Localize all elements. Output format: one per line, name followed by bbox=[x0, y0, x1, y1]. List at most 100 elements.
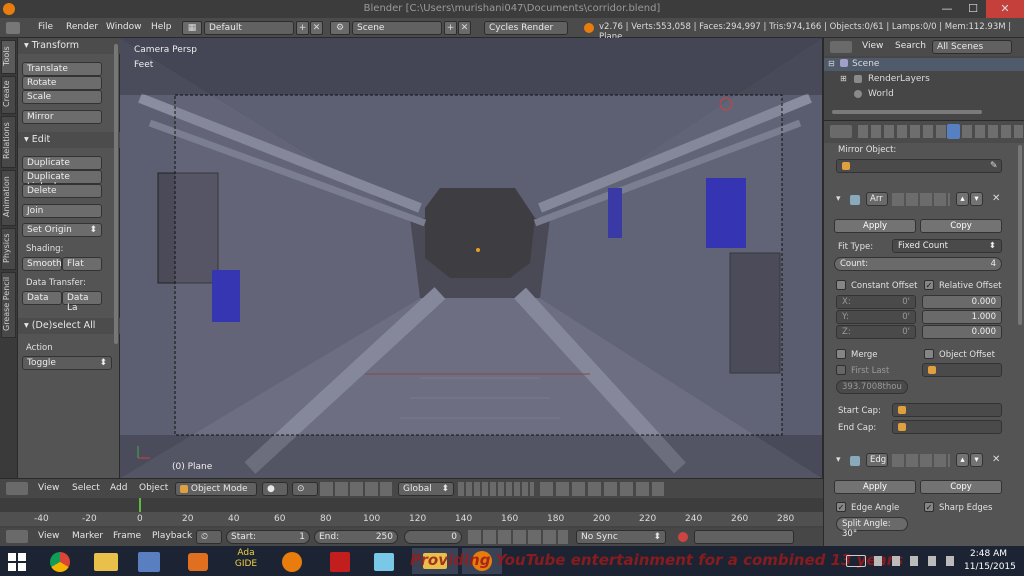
clock-date[interactable]: 11/15/2015 bbox=[964, 562, 1016, 572]
info-editor-icon[interactable] bbox=[6, 22, 20, 34]
snap-proportional-icons[interactable] bbox=[540, 482, 664, 496]
remove-modifier-icon[interactable]: ✕ bbox=[992, 454, 1000, 465]
move-down-button[interactable]: ▾ bbox=[970, 453, 983, 467]
scene-remove-button[interactable]: ✕ bbox=[458, 21, 471, 35]
mirror-button[interactable]: Mirror bbox=[22, 110, 102, 124]
mode-dropdown[interactable]: Object Mode bbox=[175, 482, 257, 496]
data-layout-button[interactable]: Data La bbox=[62, 291, 102, 313]
rotate-button[interactable]: Rotate bbox=[22, 76, 102, 90]
relative-z-field[interactable]: 0.000 bbox=[922, 325, 1002, 339]
transform-panel-header[interactable]: ▾ Transform bbox=[18, 38, 120, 54]
timeline-menu-playback[interactable]: Playback bbox=[152, 531, 192, 541]
timeline[interactable]: -40 -20 0 20 40 60 80 100 120 140 160 18… bbox=[0, 498, 823, 528]
layout-selector[interactable]: Default bbox=[204, 21, 294, 35]
edge-angle-checkbox[interactable]: ✓ bbox=[836, 502, 846, 512]
clock-time[interactable]: 2:48 AM bbox=[970, 549, 1007, 559]
layout-grid-icon[interactable]: ▦ bbox=[182, 21, 202, 35]
delete-button[interactable]: Delete bbox=[22, 184, 102, 198]
notepad-icon[interactable] bbox=[374, 553, 394, 571]
array-copy-button[interactable]: Copy bbox=[920, 219, 1002, 233]
flat-button[interactable]: Flat bbox=[62, 257, 102, 271]
merge-distance-field[interactable]: 393.7008thou bbox=[836, 380, 908, 394]
layer-buttons[interactable] bbox=[458, 482, 534, 496]
blender-taskbar-icon[interactable] bbox=[282, 552, 302, 572]
modifier-visibility-icons[interactable] bbox=[892, 454, 950, 467]
properties-scrollbar[interactable] bbox=[1018, 145, 1022, 325]
shading-dropdown[interactable]: ● bbox=[262, 482, 288, 496]
expand-icon[interactable]: ⊟ bbox=[828, 59, 835, 68]
orientation-dropdown[interactable]: Global ⬍ bbox=[398, 482, 454, 496]
eyedropper-icon[interactable]: ✎ bbox=[990, 161, 998, 171]
tab-tools[interactable]: Tools bbox=[1, 40, 16, 74]
tray-icons[interactable] bbox=[874, 556, 964, 566]
sharp-edges-checkbox[interactable]: ✓ bbox=[924, 502, 934, 512]
offset-object-field[interactable] bbox=[922, 363, 1002, 377]
duplicate-linked-button[interactable]: Duplicate Linked bbox=[22, 170, 102, 192]
timeline-menu-frame[interactable]: Frame bbox=[113, 531, 141, 541]
array-apply-button[interactable]: Apply bbox=[834, 219, 916, 233]
relative-offset-checkbox[interactable]: ✓ bbox=[924, 280, 934, 290]
constant-offset-checkbox[interactable] bbox=[836, 280, 846, 290]
outliner-filter-dropdown[interactable]: All Scenes bbox=[932, 40, 1012, 54]
acrobat-icon[interactable] bbox=[330, 552, 350, 572]
menu-render[interactable]: Render bbox=[66, 22, 98, 32]
collapse-icon[interactable]: ▾ bbox=[836, 455, 841, 465]
constant-x-field[interactable]: X: 0' bbox=[836, 295, 916, 309]
paint-app-icon[interactable] bbox=[138, 552, 160, 572]
chrome-icon[interactable] bbox=[50, 552, 70, 572]
timeline-menu-marker[interactable]: Marker bbox=[72, 531, 103, 541]
ada-gide-icon[interactable]: Ada GIDE bbox=[230, 548, 262, 574]
render-engine-selector[interactable]: Cycles Render bbox=[484, 21, 568, 35]
layout-remove-button[interactable]: ✕ bbox=[310, 21, 323, 35]
tab-create[interactable]: Create bbox=[1, 76, 16, 114]
viewport-editor-icon[interactable] bbox=[6, 482, 28, 495]
edge-split-modifier-name[interactable]: Edg bbox=[866, 453, 888, 467]
remove-modifier-icon[interactable]: ✕ bbox=[992, 193, 1000, 204]
keyboard-icon[interactable] bbox=[846, 555, 866, 567]
constant-z-field[interactable]: Z: 0' bbox=[836, 325, 916, 339]
relative-x-field[interactable]: 0.000 bbox=[922, 295, 1002, 309]
end-frame-field[interactable]: End: 250 bbox=[314, 530, 398, 544]
scene-add-button[interactable]: + bbox=[444, 21, 457, 35]
relative-y-field[interactable]: 1.000 bbox=[922, 310, 1002, 324]
viewport-menu-object[interactable]: Object bbox=[139, 483, 168, 493]
scene-icon[interactable]: ⚙ bbox=[330, 21, 350, 35]
timeline-menu-view[interactable]: View bbox=[38, 531, 59, 541]
fit-type-dropdown[interactable]: Fixed Count ⬍ bbox=[892, 239, 1002, 253]
menu-window[interactable]: Window bbox=[106, 22, 142, 32]
record-button[interactable] bbox=[678, 532, 688, 542]
edge-copy-button[interactable]: Copy bbox=[920, 480, 1002, 494]
tab-relations[interactable]: Relations bbox=[1, 116, 16, 168]
object-offset-checkbox[interactable] bbox=[924, 349, 934, 359]
manipulator-icons[interactable] bbox=[320, 482, 392, 496]
tab-animation[interactable]: Animation bbox=[1, 170, 16, 226]
media-player-icon[interactable] bbox=[188, 553, 208, 571]
start-cap-field[interactable] bbox=[892, 403, 1002, 417]
move-up-button[interactable]: ▴ bbox=[956, 453, 969, 467]
menu-help[interactable]: Help bbox=[151, 22, 172, 32]
playback-controls[interactable] bbox=[468, 530, 568, 544]
scene-selector[interactable]: Scene bbox=[352, 21, 442, 35]
translate-button[interactable]: Translate bbox=[22, 62, 102, 76]
3d-viewport[interactable]: Camera Persp Feet (0) Plane bbox=[120, 38, 822, 478]
action-dropdown[interactable]: Toggle ⬍ bbox=[22, 356, 112, 370]
properties-editor-icon[interactable] bbox=[830, 125, 852, 138]
viewport-menu-add[interactable]: Add bbox=[110, 483, 127, 493]
first-last-checkbox[interactable] bbox=[836, 365, 846, 375]
minimize-button[interactable]: — bbox=[934, 0, 960, 18]
maximize-button[interactable]: ☐ bbox=[960, 0, 986, 18]
expand-icon[interactable]: ⊞ bbox=[840, 74, 847, 83]
keying-set-field[interactable] bbox=[694, 530, 794, 544]
modifier-visibility-icons[interactable] bbox=[892, 193, 950, 206]
split-angle-field[interactable]: Split Angle: 30° bbox=[836, 517, 908, 539]
file-explorer-icon[interactable] bbox=[94, 553, 118, 571]
move-up-button[interactable]: ▴ bbox=[956, 192, 969, 206]
join-button[interactable]: Join bbox=[22, 204, 102, 218]
array-modifier-name[interactable]: Arr bbox=[866, 192, 888, 206]
timeline-frame-area[interactable] bbox=[0, 498, 823, 512]
close-button[interactable]: ✕ bbox=[986, 0, 1024, 18]
outliner-editor-icon[interactable] bbox=[830, 41, 852, 53]
edit-panel-header[interactable]: ▾ Edit bbox=[18, 132, 120, 148]
viewport-menu-select[interactable]: Select bbox=[72, 483, 100, 493]
layout-add-button[interactable]: + bbox=[296, 21, 309, 35]
